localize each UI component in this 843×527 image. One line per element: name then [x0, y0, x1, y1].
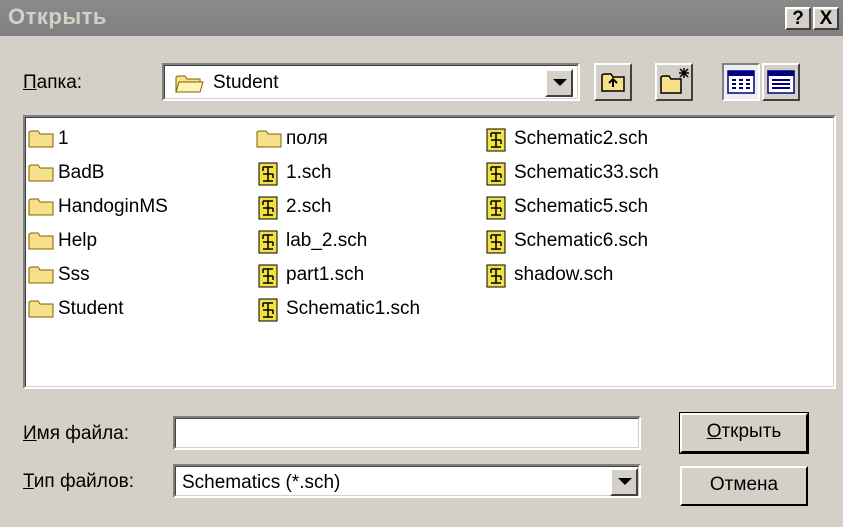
lookin-value: Student: [213, 72, 279, 93]
folder-icon: [28, 300, 54, 318]
folder-open-icon: [175, 75, 204, 93]
list-view-button[interactable]: [722, 63, 760, 101]
schematic-file-icon: [258, 196, 278, 220]
schematic-file-icon: [486, 196, 506, 220]
folder-icon: [28, 130, 54, 148]
filetype-label: Тип файлов:: [23, 471, 135, 492]
new-folder-icon: [660, 68, 689, 94]
details-view-icon: [767, 70, 795, 94]
list-view-icon: [727, 70, 755, 94]
filename-field[interactable]: [173, 416, 641, 450]
file-list[interactable]: 1 BadB HandoginMS Help Sss Student поля …: [23, 115, 836, 389]
folder-icon: [28, 232, 54, 250]
schematic-file-icon: [258, 162, 278, 186]
schematic-file-icon: [486, 264, 506, 288]
schematic-file-icon: [258, 230, 278, 254]
filetype-select[interactable]: Schematics (*.sch): [173, 464, 641, 498]
lookin-dropdown-button[interactable]: [545, 69, 573, 97]
folder-icon: [256, 130, 282, 148]
details-view-button[interactable]: [762, 63, 800, 101]
filetype-dropdown-button[interactable]: [610, 468, 638, 496]
folder-icon: [28, 198, 54, 216]
help-button[interactable]: ?: [785, 7, 811, 30]
filetype-value: Schematics (*.sch): [182, 472, 341, 493]
open-button[interactable]: Открыть: [679, 412, 809, 454]
filename-label: Имя файла:: [23, 423, 130, 444]
folder-icon: [28, 164, 54, 182]
folder-up-icon: [601, 73, 625, 92]
schematic-file-icon: [486, 128, 506, 152]
close-button[interactable]: X: [813, 7, 839, 30]
schematic-file-icon: [486, 230, 506, 254]
schematic-file-icon: [486, 162, 506, 186]
folder-icon: [28, 266, 54, 284]
open-dialog: Открыть ? X Папка: Student 1 BadB Handog…: [0, 0, 843, 527]
title-bar[interactable]: Открыть ? X: [0, 0, 843, 36]
schematic-file-icon: [258, 264, 278, 288]
lookin-combo[interactable]: Student: [162, 63, 580, 101]
schematic-file-icon: [258, 298, 278, 322]
up-one-level-button[interactable]: [594, 63, 632, 101]
new-folder-button[interactable]: [655, 63, 693, 101]
dialog-title: Открыть: [8, 4, 107, 29]
lookin-label: Папка:: [23, 72, 83, 93]
cancel-button[interactable]: Отмена: [680, 466, 808, 506]
